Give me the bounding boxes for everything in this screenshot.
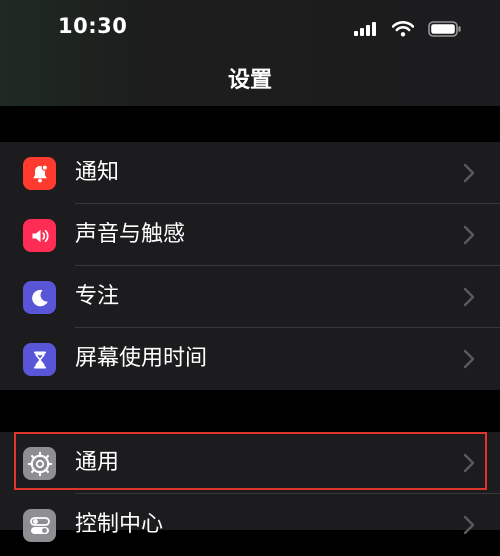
toggles-icon	[29, 516, 50, 534]
settings-row-notifications[interactable]: 通知	[0, 142, 500, 204]
settings-row-label: 控制中心	[75, 512, 164, 537]
settings-row-control-center[interactable]: 控制中心	[0, 494, 500, 556]
page-title: 设置	[227, 68, 272, 93]
speaker-icon	[32, 229, 49, 242]
control-center-icon-box	[23, 509, 56, 542]
wifi-icon	[392, 21, 414, 37]
gear-icon	[27, 451, 52, 476]
general-icon-box	[23, 447, 56, 480]
focus-icon-box	[23, 281, 56, 314]
sounds-icon-box	[23, 219, 56, 252]
bell-icon	[32, 163, 48, 182]
chevron-right-icon	[463, 287, 475, 307]
cellular-signal-icon	[354, 22, 376, 36]
settings-row-screen-time[interactable]: 屏幕使用时间	[0, 328, 500, 390]
notifications-icon-box	[23, 157, 56, 190]
settings-row-label: 专注	[75, 284, 120, 309]
settings-group-2: 通用 控制中心	[0, 432, 500, 542]
chevron-right-icon	[463, 515, 475, 535]
settings-row-focus[interactable]: 专注	[0, 266, 500, 328]
settings-row-sounds[interactable]: 声音与触感	[0, 204, 500, 266]
status-icons	[354, 18, 462, 40]
settings-group-1: 通知 声音与触感 专注 屏幕使用时间	[0, 142, 500, 390]
settings-row-general[interactable]: 通用	[0, 432, 500, 494]
settings-row-label: 屏幕使用时间	[75, 346, 208, 371]
screen-time-icon-box	[23, 343, 56, 376]
chevron-right-icon	[463, 453, 475, 473]
settings-row-label: 通用	[75, 450, 120, 475]
settings-row-label: 声音与触感	[75, 222, 186, 247]
chevron-right-icon	[463, 349, 475, 369]
moon-icon	[31, 289, 48, 306]
chevron-right-icon	[463, 225, 475, 245]
settings-row-label: 通知	[75, 160, 120, 185]
chevron-right-icon	[463, 163, 475, 183]
battery-icon	[428, 21, 461, 37]
header: 10:30 设置	[0, 0, 500, 106]
hourglass-icon	[33, 351, 46, 368]
status-bar: 10:30	[0, 0, 500, 56]
status-time: 10:30	[58, 14, 128, 38]
